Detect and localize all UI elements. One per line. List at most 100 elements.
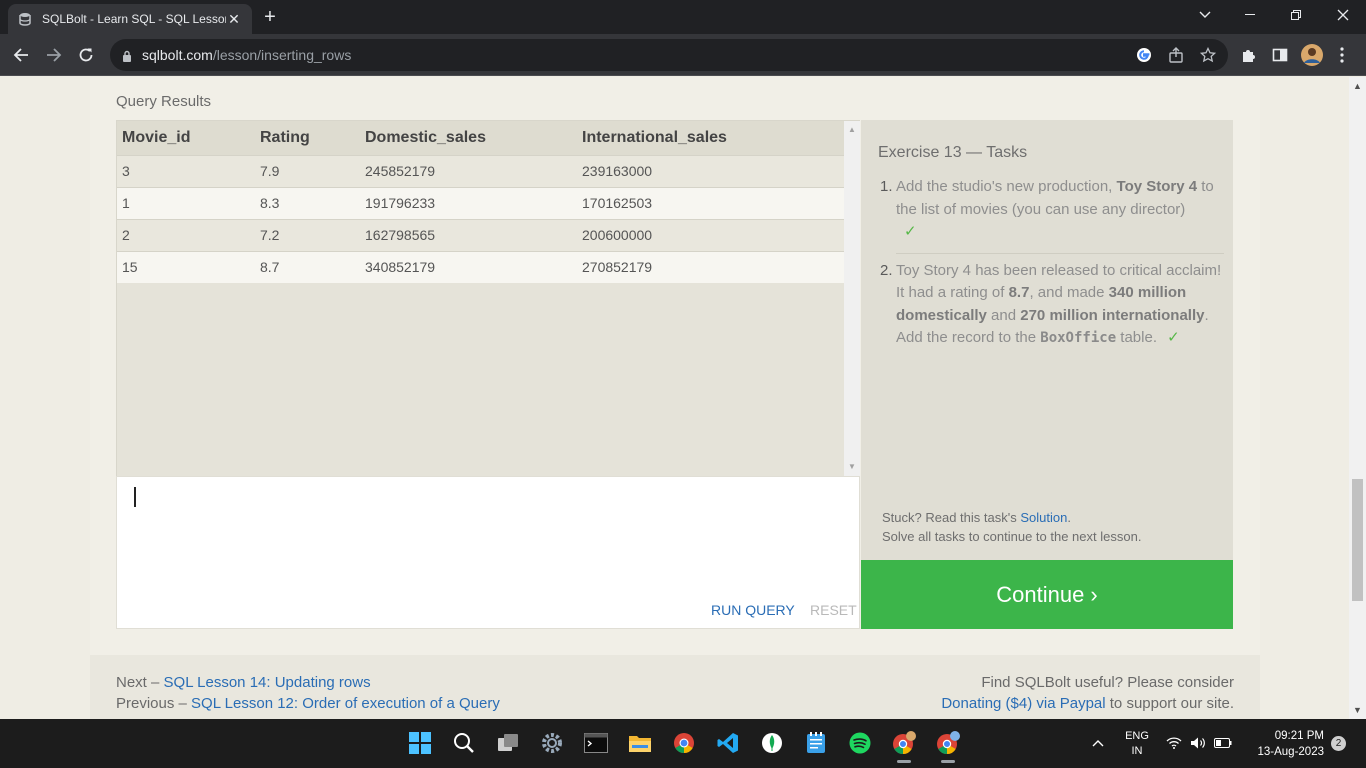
lesson-navigation: Next – SQL Lesson 14: Updating rows Prev… [116, 674, 500, 712]
exercise-tasks-panel: Exercise 13 — Tasks 1. Add the studio's n… [861, 120, 1233, 560]
table-cell: 162798565 [360, 218, 577, 251]
task-number: 1. [880, 178, 893, 195]
chrome-profile-icon-2[interactable] [932, 727, 964, 763]
chrome-icon[interactable] [668, 727, 700, 759]
task-divider [896, 252, 1224, 254]
battery-icon[interactable] [1212, 727, 1234, 759]
profile-avatar[interactable] [1301, 44, 1323, 66]
previous-lesson-link[interactable]: SQL Lesson 12: Order of execution of a Q… [191, 695, 500, 712]
tab-search-chevron-icon[interactable] [1182, 0, 1228, 30]
table-cell: 191796233 [360, 186, 577, 219]
reload-icon[interactable] [73, 42, 99, 68]
table-cell: 8.3 [255, 186, 360, 219]
solution-link[interactable]: Solution [1020, 510, 1067, 525]
run-query-button[interactable]: RUN QUERY [711, 602, 795, 618]
task-view-icon[interactable] [492, 727, 524, 759]
scroll-down-arrow-icon[interactable]: ▼ [848, 462, 856, 471]
settings-gear-icon[interactable] [536, 727, 568, 759]
table-cell: 15 [117, 250, 255, 283]
share-icon[interactable] [1167, 46, 1185, 64]
mongodb-compass-icon[interactable] [756, 727, 788, 759]
browser-tab-active[interactable]: SQLBolt - Learn SQL - SQL Lesson ✕ [8, 4, 252, 34]
tab-title: SQLBolt - Learn SQL - SQL Lesson [42, 12, 226, 26]
query-results-label: Query Results [116, 93, 212, 110]
tasks-title: Exercise 13 — Tasks [878, 144, 1028, 161]
vscode-icon[interactable] [712, 727, 744, 759]
spotify-icon[interactable] [844, 727, 876, 759]
file-explorer-icon[interactable] [624, 727, 656, 759]
lock-icon[interactable] [122, 49, 132, 67]
close-window-button[interactable] [1320, 0, 1366, 30]
scroll-down-arrow-icon[interactable]: ▼ [1353, 705, 1362, 715]
notification-badge[interactable]: 2 [1331, 736, 1346, 751]
sqlbolt-favicon-icon [18, 12, 32, 26]
task-list: 1. Add the studio's new production, Toy S… [878, 176, 1224, 350]
task-item-1: 1. Add the studio's new production, Toy S… [880, 178, 1214, 240]
windows-start-icon[interactable] [404, 727, 436, 759]
url-text[interactable]: sqlbolt.com/lesson/inserting_rows [142, 47, 351, 63]
google-icon[interactable] [1135, 46, 1153, 64]
scrollbar-thumb[interactable] [1352, 479, 1363, 601]
wifi-icon[interactable] [1164, 727, 1184, 759]
table-row: 15 8.7 340852179 270852179 [117, 250, 844, 283]
next-lesson-link[interactable]: SQL Lesson 14: Updating rows [164, 674, 371, 691]
clock-time: 09:21 PM [1274, 730, 1324, 742]
browser-titlebar: SQLBolt - Learn SQL - SQL Lesson ✕ + [0, 0, 1366, 34]
table-header-row: Movie_id Rating Domestic_sales Internati… [117, 121, 844, 155]
text-caret [134, 487, 136, 507]
table-cell: 3 [117, 154, 255, 187]
browser-toolbar: sqlbolt.com/lesson/inserting_rows [0, 34, 1366, 76]
chrome-profile-icon[interactable] [888, 727, 920, 763]
terminal-icon[interactable] [580, 727, 612, 759]
show-hidden-icons-chevron-icon[interactable] [1086, 727, 1110, 759]
reset-button[interactable]: RESET [810, 602, 857, 618]
new-tab-button[interactable]: + [258, 6, 282, 28]
column-header: International_sales [577, 121, 844, 155]
table-cell: 340852179 [360, 250, 577, 283]
forward-arrow-icon[interactable] [41, 42, 67, 68]
table-cell: 7.9 [255, 154, 360, 187]
table-cell: 239163000 [577, 154, 844, 187]
address-bar[interactable]: sqlbolt.com/lesson/inserting_rows [110, 39, 1228, 71]
scroll-up-arrow-icon[interactable]: ▲ [1353, 81, 1362, 91]
browser-menu-icon[interactable] [1331, 44, 1353, 66]
search-icon[interactable] [448, 727, 480, 759]
notepad-icon[interactable] [800, 727, 832, 759]
task-item-2: 2. Toy Story 4 has been released to criti… [880, 261, 1222, 347]
system-clock[interactable]: 09:21 PM 13-Aug-2023 [1244, 728, 1325, 760]
bookmark-star-icon[interactable] [1199, 46, 1217, 64]
completed-check-icon: ✓ [1167, 329, 1180, 346]
page-scrollbar[interactable]: ▲ ▼ [1349, 77, 1366, 719]
continue-button[interactable]: Continue › [861, 560, 1233, 629]
restore-button[interactable] [1273, 0, 1319, 30]
scroll-up-arrow-icon[interactable]: ▲ [848, 125, 856, 134]
clock-date: 13-Aug-2023 [1257, 746, 1325, 758]
table-name-code: BoxOffice [1040, 330, 1117, 346]
table-row: 3 7.9 245852179 239163000 [117, 154, 844, 187]
table-cell: 1 [117, 186, 255, 219]
query-results-table: Movie_id Rating Domestic_sales Internati… [117, 121, 844, 283]
task-number: 2. [880, 261, 893, 279]
sql-query-editor[interactable]: RUN QUERY RESET [116, 476, 860, 629]
side-panel-icon[interactable] [1269, 44, 1291, 66]
table-row: 1 8.3 191796233 170162503 [117, 186, 844, 219]
tab-close-icon[interactable]: ✕ [226, 11, 242, 27]
query-results-table-container: Movie_id Rating Domestic_sales Internati… [116, 120, 860, 477]
extensions-puzzle-icon[interactable] [1237, 44, 1259, 66]
windows-taskbar: ENG IN 09:21 PM 13-Aug-2023 2 [0, 719, 1366, 768]
volume-icon[interactable] [1188, 727, 1208, 759]
table-row: 2 7.2 162798565 200600000 [117, 218, 844, 251]
page-viewport: Query Results Movie_id Rating Domestic_s… [0, 77, 1349, 719]
minimize-button[interactable] [1227, 0, 1273, 30]
table-cell: 2 [117, 218, 255, 251]
donate-link[interactable]: Donating ($4) via Paypal [941, 695, 1105, 712]
back-arrow-icon[interactable] [8, 42, 34, 68]
results-scrollbar[interactable]: ▲ ▼ [844, 121, 860, 476]
table-cell: 8.7 [255, 250, 360, 283]
table-cell: 7.2 [255, 218, 360, 251]
input-language-indicator[interactable]: ENG IN [1122, 729, 1152, 759]
table-cell: 170162503 [577, 186, 844, 219]
stuck-help-text: Stuck? Read this task's Solution. Solve … [882, 510, 1142, 544]
table-cell: 245852179 [360, 154, 577, 187]
completed-check-icon: ✓ [904, 223, 917, 240]
